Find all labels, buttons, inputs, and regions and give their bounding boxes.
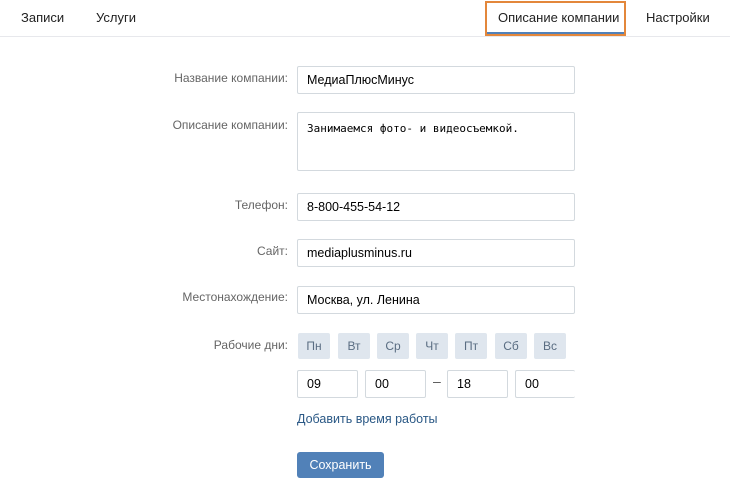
workdays-label: Рабочие дни: xyxy=(213,338,288,352)
day-toggle-wed[interactable]: Ср xyxy=(377,333,409,359)
end-minute-input[interactable]: 00 xyxy=(515,370,575,398)
day-toggle-mon[interactable]: Пн xyxy=(298,333,330,359)
add-work-time-link[interactable]: Добавить время работы xyxy=(297,412,438,426)
site-label: Сайт: xyxy=(256,244,288,258)
company-name-label: Название компании: xyxy=(174,71,288,85)
start-hour-input[interactable]: 09 xyxy=(297,370,358,398)
site-input[interactable]: mediaplusminus.ru xyxy=(297,239,575,267)
day-toggle-sun[interactable]: Вс xyxy=(534,333,566,359)
tab-company-description[interactable]: Описание компании xyxy=(485,1,626,36)
day-toggle-sat[interactable]: Сб xyxy=(495,333,527,359)
tab-services[interactable]: Услуги xyxy=(96,0,136,36)
day-toggle-thu[interactable]: Чт xyxy=(416,333,448,359)
time-range-dash: – xyxy=(433,373,441,389)
location-label: Местонахождение: xyxy=(182,290,288,304)
company-description-textarea[interactable]: Занимаемся фото- и видеосъемкой. xyxy=(297,112,575,171)
end-hour-input[interactable]: 18 xyxy=(447,370,508,398)
tab-settings[interactable]: Настройки xyxy=(646,0,710,36)
tab-bar: Записи Услуги Описание компании Настройк… xyxy=(0,0,730,37)
day-toggle-tue[interactable]: Вт xyxy=(338,333,370,359)
phone-input[interactable]: 8-800-455-54-12 xyxy=(297,193,575,221)
company-description-label: Описание компании: xyxy=(172,118,288,132)
location-input[interactable]: Москва, ул. Ленина xyxy=(297,286,575,314)
day-toggle-fri[interactable]: Пт xyxy=(455,333,487,359)
start-minute-input[interactable]: 00 xyxy=(365,370,426,398)
save-button[interactable]: Сохранить xyxy=(297,452,384,478)
company-name-input[interactable]: МедиаПлюсМинус xyxy=(297,66,575,94)
phone-label: Телефон: xyxy=(234,198,288,212)
tab-records[interactable]: Записи xyxy=(21,0,64,36)
